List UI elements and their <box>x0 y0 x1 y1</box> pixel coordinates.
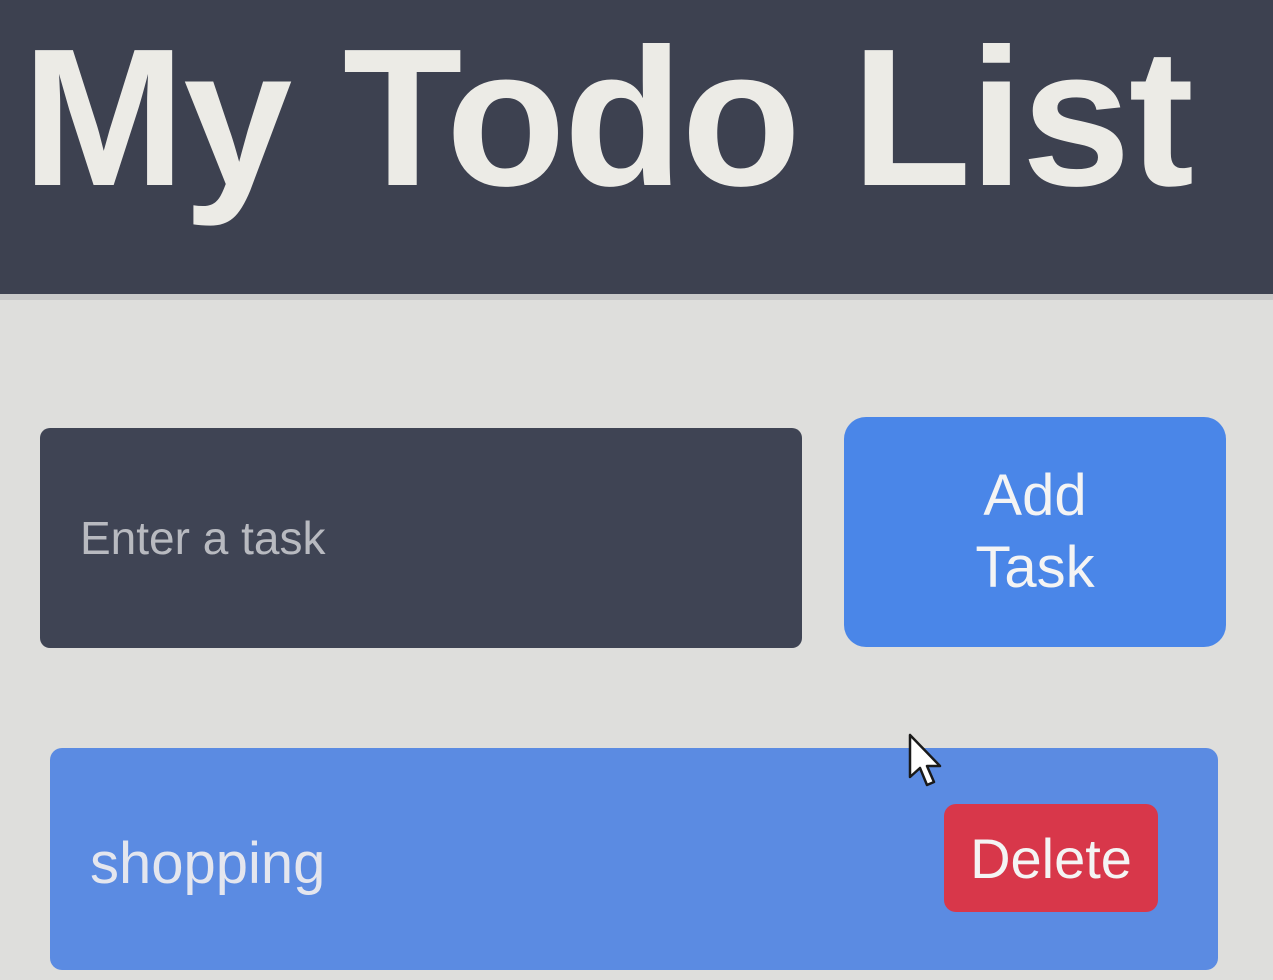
task-input[interactable] <box>40 428 802 648</box>
task-list: shopping Delete <box>50 748 1218 970</box>
main-content: Add Task shopping Delete <box>0 300 1273 980</box>
add-task-button[interactable]: Add Task <box>844 417 1226 647</box>
mouse-pointer-icon <box>908 733 942 787</box>
task-text: shopping <box>90 831 326 896</box>
app-header: My Todo List <box>0 0 1273 300</box>
delete-button[interactable]: Delete <box>944 804 1158 912</box>
page-title: My Todo List <box>22 8 1194 227</box>
list-item: shopping Delete <box>50 748 1218 970</box>
